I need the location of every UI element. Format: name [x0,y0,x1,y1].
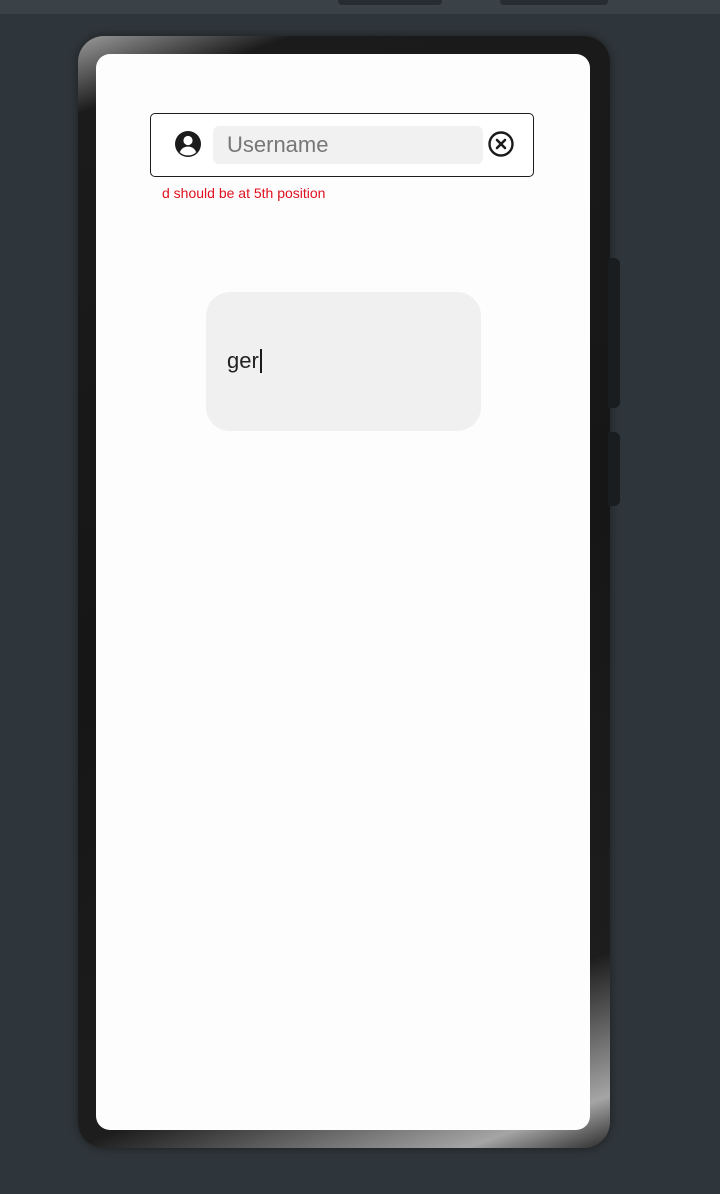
text-card[interactable]: ger [206,292,481,431]
top-tab [500,0,608,5]
username-input[interactable] [213,126,483,164]
text-card-content[interactable]: ger [227,348,262,374]
text-card-value: ger [227,348,259,373]
page: d should be at 5th position ger [0,0,720,1194]
validation-error-text: d should be at 5th position [162,185,326,201]
text-cursor [259,348,262,373]
power-button[interactable] [608,432,620,506]
clear-circle-icon[interactable] [487,130,515,158]
top-tab [338,0,442,5]
username-field[interactable] [150,113,534,177]
account-circle-icon [175,131,201,157]
phone-screen: d should be at 5th position ger [96,54,590,1130]
volume-button[interactable] [608,258,620,408]
